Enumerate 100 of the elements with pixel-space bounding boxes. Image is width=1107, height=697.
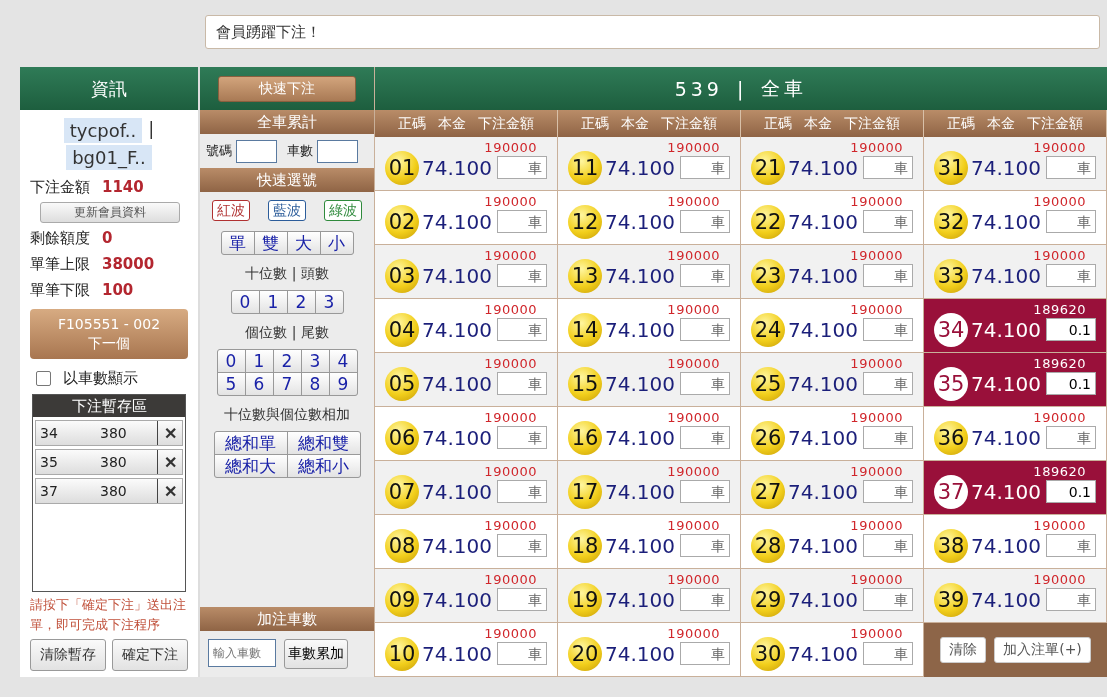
action-button[interactable]: 清除 xyxy=(940,637,987,663)
number-cell[interactable]: 190000 31 74.100 車 xyxy=(924,137,1107,191)
number-cell[interactable]: 189620 37 74.100 0.1 xyxy=(924,461,1107,515)
wave-button[interactable]: 藍波 xyxy=(268,200,306,221)
sum-button[interactable]: 總和小 xyxy=(287,455,360,477)
amount-field[interactable]: 車 xyxy=(1046,426,1096,449)
amount-field[interactable]: 車 xyxy=(680,318,730,341)
number-cell[interactable]: 190000 21 74.100 車 xyxy=(741,137,924,191)
amount-field[interactable]: 車 xyxy=(863,642,913,665)
amount-field[interactable]: 車 xyxy=(863,372,913,395)
number-cell[interactable]: 190000 26 74.100 車 xyxy=(741,407,924,461)
pick-button[interactable]: 小 xyxy=(320,232,353,254)
number-cell[interactable]: 190000 27 74.100 車 xyxy=(741,461,924,515)
checkbox[interactable] xyxy=(36,371,51,386)
number-cell[interactable]: 190000 18 74.100 車 xyxy=(558,515,741,569)
amount-field[interactable]: 車 xyxy=(680,210,730,233)
remove-button[interactable]: ✕ xyxy=(157,421,182,445)
action-button[interactable]: 清除暫存 xyxy=(30,639,106,671)
amount-field[interactable]: 車 xyxy=(497,264,547,287)
amount-field[interactable]: 車 xyxy=(680,588,730,611)
amount-field[interactable]: 車 xyxy=(863,426,913,449)
digit-button[interactable]: 6 xyxy=(245,373,273,395)
number-cell[interactable]: 189620 34 74.100 0.1 xyxy=(924,299,1107,353)
number-cell[interactable]: 190000 10 74.100 車 xyxy=(375,623,558,677)
amount-field[interactable]: 車 xyxy=(1046,156,1096,179)
sum-button[interactable]: 總和大 xyxy=(214,455,287,477)
amount-field[interactable]: 車 xyxy=(1046,534,1096,557)
digit-button[interactable]: 4 xyxy=(329,350,357,372)
number-cell[interactable]: 190000 20 74.100 車 xyxy=(558,623,741,677)
amount-field[interactable]: 車 xyxy=(497,588,547,611)
number-cell[interactable]: 190000 12 74.100 車 xyxy=(558,191,741,245)
number-cell[interactable]: 190000 15 74.100 車 xyxy=(558,353,741,407)
digit-button[interactable]: 9 xyxy=(329,373,357,395)
number-cell[interactable]: 190000 19 74.100 車 xyxy=(558,569,741,623)
remove-button[interactable]: ✕ xyxy=(157,479,182,503)
amount-field[interactable]: 車 xyxy=(863,534,913,557)
pick-button[interactable]: 大 xyxy=(287,232,320,254)
amount-field[interactable]: 車 xyxy=(680,642,730,665)
amount-field[interactable]: 0.1 xyxy=(1046,480,1096,503)
amount-field[interactable]: 車 xyxy=(680,264,730,287)
number-cell[interactable]: 190000 05 74.100 車 xyxy=(375,353,558,407)
remove-button[interactable]: ✕ xyxy=(157,450,182,474)
number-cell[interactable]: 190000 03 74.100 車 xyxy=(375,245,558,299)
sum-button[interactable]: 總和雙 xyxy=(287,432,360,454)
number-cell[interactable]: 190000 24 74.100 車 xyxy=(741,299,924,353)
number-cell[interactable]: 190000 11 74.100 車 xyxy=(558,137,741,191)
digit-button[interactable]: 3 xyxy=(315,291,343,313)
digit-button[interactable]: 5 xyxy=(217,373,245,395)
amount-field[interactable]: 車 xyxy=(680,426,730,449)
amount-field[interactable]: 車 xyxy=(1046,588,1096,611)
number-cell[interactable]: 190000 32 74.100 車 xyxy=(924,191,1107,245)
amount-field[interactable]: 車 xyxy=(680,372,730,395)
action-button[interactable]: 加入注單(+) xyxy=(994,637,1091,663)
count-field[interactable] xyxy=(317,139,358,163)
amount-field[interactable]: 車 xyxy=(497,534,547,557)
amount-field[interactable]: 車 xyxy=(497,156,547,179)
amount-field[interactable]: 車 xyxy=(680,534,730,557)
amount-field[interactable]: 車 xyxy=(497,480,547,503)
number-cell[interactable]: 190000 06 74.100 車 xyxy=(375,407,558,461)
number-cell[interactable]: 190000 13 74.100 車 xyxy=(558,245,741,299)
update-button[interactable]: 更新會員資料 xyxy=(40,202,180,223)
number-cell[interactable]: 190000 28 74.100 車 xyxy=(741,515,924,569)
number-cell[interactable]: 189620 35 74.100 0.1 xyxy=(924,353,1107,407)
amount-field[interactable]: 車 xyxy=(863,318,913,341)
number-cell[interactable]: 190000 02 74.100 車 xyxy=(375,191,558,245)
add-count-button[interactable]: 車數累加 xyxy=(284,639,348,669)
amount-field[interactable]: 車 xyxy=(680,480,730,503)
amount-field[interactable]: 車 xyxy=(863,264,913,287)
amount-field[interactable]: 車 xyxy=(1046,210,1096,233)
number-cell[interactable]: 190000 39 74.100 車 xyxy=(924,569,1107,623)
number-cell[interactable]: 190000 07 74.100 車 xyxy=(375,461,558,515)
amount-field[interactable]: 車 xyxy=(1046,264,1096,287)
number-cell[interactable]: 190000 33 74.100 車 xyxy=(924,245,1107,299)
amount-field[interactable]: 車 xyxy=(863,156,913,179)
amount-field[interactable]: 0.1 xyxy=(1046,372,1096,395)
digit-button[interactable]: 0 xyxy=(231,291,259,313)
number-cell[interactable]: 190000 22 74.100 車 xyxy=(741,191,924,245)
number-field[interactable] xyxy=(236,139,277,163)
digit-button[interactable]: 8 xyxy=(301,373,329,395)
number-cell[interactable]: 190000 14 74.100 車 xyxy=(558,299,741,353)
number-cell[interactable]: 190000 29 74.100 車 xyxy=(741,569,924,623)
number-cell[interactable]: 190000 01 74.100 車 xyxy=(375,137,558,191)
wave-button[interactable]: 紅波 xyxy=(212,200,250,221)
number-cell[interactable]: 190000 17 74.100 車 xyxy=(558,461,741,515)
amount-field[interactable]: 車 xyxy=(497,318,547,341)
sum-button[interactable]: 總和單 xyxy=(214,432,287,454)
amount-field[interactable]: 車 xyxy=(680,156,730,179)
amount-field[interactable]: 車 xyxy=(497,642,547,665)
digit-button[interactable]: 2 xyxy=(287,291,315,313)
digit-button[interactable]: 1 xyxy=(259,291,287,313)
action-button[interactable]: 確定下注 xyxy=(112,639,188,671)
number-cell[interactable]: 190000 30 74.100 車 xyxy=(741,623,924,677)
number-cell[interactable]: 190000 38 74.100 車 xyxy=(924,515,1107,569)
digit-button[interactable]: 3 xyxy=(301,350,329,372)
amount-field[interactable]: 車 xyxy=(497,426,547,449)
number-cell[interactable]: 190000 36 74.100 車 xyxy=(924,407,1107,461)
amount-field[interactable]: 車 xyxy=(863,588,913,611)
amount-field[interactable]: 0.1 xyxy=(1046,318,1096,341)
amount-field[interactable]: 車 xyxy=(497,210,547,233)
count-input[interactable]: 輸入車數 xyxy=(208,639,276,667)
